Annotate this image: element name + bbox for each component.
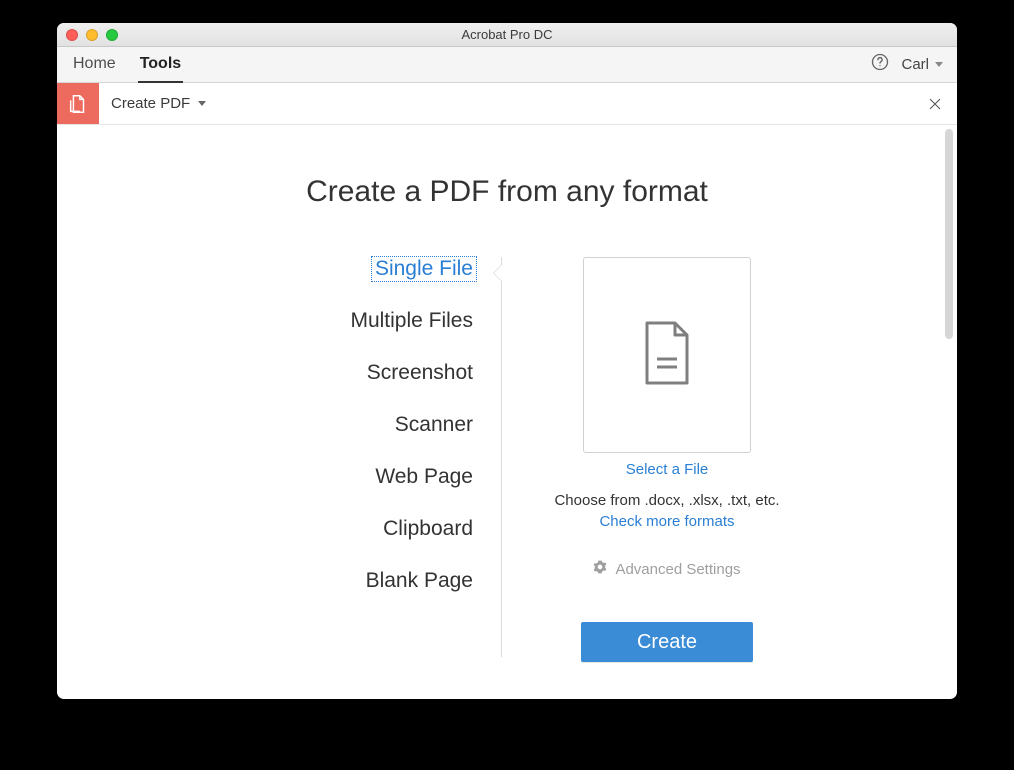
select-file-link[interactable]: Select a File [626, 461, 709, 478]
user-name: Carl [901, 56, 929, 73]
chevron-down-icon [198, 101, 206, 106]
document-icon [639, 319, 695, 392]
app-window: Acrobat Pro DC Home Tools Carl [57, 23, 957, 699]
source-options: Single File Multiple Files Screenshot Sc… [212, 257, 502, 657]
minimize-window-button[interactable] [86, 29, 98, 41]
titlebar: Acrobat Pro DC [57, 23, 957, 47]
tool-dropdown[interactable]: Create PDF [99, 83, 206, 124]
selection-indicator [494, 265, 502, 281]
nav-home[interactable]: Home [71, 47, 118, 83]
create-button[interactable]: Create [581, 622, 753, 662]
check-formats-link[interactable]: Check more formats [599, 513, 734, 530]
page-title: Create a PDF from any format [57, 175, 957, 209]
option-web-page[interactable]: Web Page [375, 465, 473, 489]
chevron-down-icon [935, 62, 943, 67]
file-panel: Select a File Choose from .docx, .xlsx, … [502, 257, 802, 662]
scrollbar[interactable] [945, 129, 953, 339]
option-single-file[interactable]: Single File [371, 256, 477, 282]
maximize-window-button[interactable] [106, 29, 118, 41]
tool-bar: Create PDF [57, 83, 957, 125]
close-window-button[interactable] [66, 29, 78, 41]
advanced-settings-label: Advanced Settings [615, 561, 740, 578]
window-controls [66, 29, 118, 41]
top-nav: Home Tools Carl [57, 47, 957, 83]
file-drop-zone[interactable] [583, 257, 751, 453]
nav-tools[interactable]: Tools [138, 47, 183, 83]
advanced-settings[interactable]: Advanced Settings [593, 560, 740, 578]
option-screenshot[interactable]: Screenshot [367, 361, 473, 385]
close-tool-button[interactable] [913, 83, 957, 124]
option-clipboard[interactable]: Clipboard [383, 517, 473, 541]
help-icon[interactable] [871, 53, 889, 76]
create-pdf-icon [57, 83, 99, 124]
option-multiple-files[interactable]: Multiple Files [350, 309, 473, 333]
option-scanner[interactable]: Scanner [395, 413, 473, 437]
option-blank-page[interactable]: Blank Page [366, 569, 473, 593]
tool-label: Create PDF [111, 95, 190, 112]
user-menu[interactable]: Carl [901, 56, 943, 73]
content-area: Create a PDF from any format Single File… [57, 125, 957, 699]
format-hint: Choose from .docx, .xlsx, .txt, etc. [554, 492, 779, 509]
window-title: Acrobat Pro DC [57, 27, 957, 42]
gear-icon [593, 560, 607, 578]
